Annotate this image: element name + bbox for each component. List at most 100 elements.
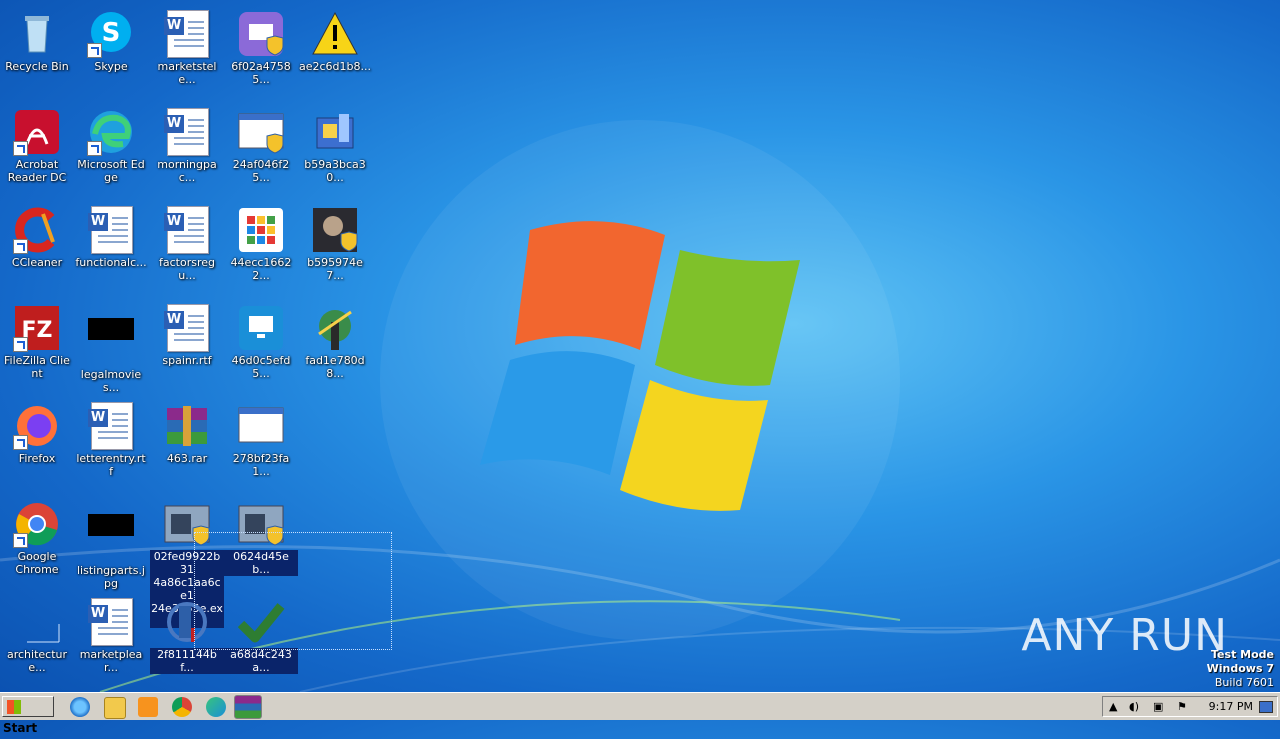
desktop-icon-listingparts[interactable]: listingparts.jpg bbox=[74, 494, 148, 590]
warning-icon bbox=[311, 10, 359, 58]
icon-label: Microsoft Edge bbox=[77, 158, 145, 184]
desktop-icon-marketstele[interactable]: W marketstele... bbox=[150, 4, 224, 100]
word-document-icon: W bbox=[87, 598, 135, 646]
winrar-archive-icon bbox=[163, 402, 211, 450]
icon-label: listingparts.jpg bbox=[76, 564, 145, 590]
application-window-icon bbox=[237, 108, 285, 156]
desktop-icon-filezilla[interactable]: FZ FileZilla Client bbox=[0, 298, 74, 394]
word-document-icon: W bbox=[87, 206, 135, 254]
desktop-icon-b595974e7[interactable]: b595974e7... bbox=[298, 200, 372, 296]
windows-logo bbox=[480, 221, 800, 511]
setup-icon bbox=[311, 304, 359, 352]
desktop-icon-marketplear[interactable]: W marketplear... bbox=[74, 592, 148, 688]
desktop-icon-functionalc[interactable]: W functionalc... bbox=[74, 200, 148, 296]
test-mode-notice: Test Mode Windows 7 Build 7601 bbox=[1207, 648, 1274, 690]
desktop-icon-legalmovies[interactable]: legalmovies... bbox=[74, 298, 148, 394]
desktop[interactable]: Recycle Bin S Skype W marketstele... 6f0… bbox=[0, 0, 1280, 692]
shortcut-arrow-icon bbox=[13, 435, 28, 450]
recycle-bin-icon bbox=[13, 10, 61, 58]
edge-icon bbox=[87, 108, 135, 156]
ie-icon[interactable] bbox=[70, 697, 90, 717]
icon-label: CCleaner bbox=[11, 256, 63, 269]
icon-label: 278bf23fa1... bbox=[232, 452, 290, 478]
skype-icon: S bbox=[87, 10, 135, 58]
clock[interactable]: 9:17 PM bbox=[1209, 700, 1253, 713]
desktop-icon-fad1e780d8[interactable]: fad1e780d8... bbox=[298, 298, 372, 394]
image-thumbnail-icon bbox=[87, 514, 135, 562]
word-document-icon: W bbox=[163, 304, 211, 352]
word-document-icon: W bbox=[87, 402, 135, 450]
desktop-icon-recycle-bin[interactable]: Recycle Bin bbox=[0, 4, 74, 100]
desktop-icon-ae2c6d1b8[interactable]: ae2c6d1b8... bbox=[298, 4, 372, 100]
icon-label: Acrobat Reader DC bbox=[7, 158, 67, 184]
desktop-icon-44ecc16622[interactable]: 44ecc16622... bbox=[224, 200, 298, 296]
icon-label: b59a3bca30... bbox=[304, 158, 366, 184]
desktop-icon-46d0c5efd5[interactable]: 46d0c5efd5... bbox=[224, 298, 298, 394]
desktop-icon-microsoft-edge[interactable]: Microsoft Edge bbox=[74, 102, 148, 198]
tray-expand-icon[interactable]: ▲ bbox=[1109, 700, 1117, 713]
desktop-icon-spainr[interactable]: W spainr.rtf bbox=[150, 298, 224, 394]
icon-label: 46d0c5efd5... bbox=[231, 354, 291, 380]
chrome-icon[interactable] bbox=[172, 697, 192, 717]
system-tray: ▲ ◖) ▣ ⚑ 9:17 PM bbox=[1102, 696, 1278, 717]
edge-icon[interactable] bbox=[206, 697, 226, 717]
shortcut-arrow-icon bbox=[13, 533, 28, 548]
word-document-icon: W bbox=[163, 206, 211, 254]
desktop-icon-24af046f25[interactable]: 24af046f25... bbox=[224, 102, 298, 198]
icon-label: fad1e780d8... bbox=[305, 354, 365, 380]
icon-label: architecture... bbox=[6, 648, 68, 674]
printer-installer-icon bbox=[237, 10, 285, 58]
icon-label: 24af046f25... bbox=[232, 158, 290, 184]
action-center-flag-icon[interactable]: ⚑ bbox=[1177, 700, 1187, 713]
media-player-icon[interactable] bbox=[138, 697, 158, 717]
application-window-icon bbox=[237, 402, 285, 450]
desktop-icon-463-rar[interactable]: 463.rar bbox=[150, 396, 224, 492]
word-document-icon: W bbox=[163, 10, 211, 58]
desktop-icon-b59a3bca30[interactable]: b59a3bca30... bbox=[298, 102, 372, 198]
winrar-icon[interactable] bbox=[234, 695, 262, 719]
desktop-icon-firefox[interactable]: Firefox bbox=[0, 396, 74, 492]
blank-file-icon bbox=[13, 598, 61, 646]
desktop-icon-architecture[interactable]: architecture... bbox=[0, 592, 74, 688]
shortcut-arrow-icon bbox=[87, 43, 102, 58]
network-icon[interactable]: ▣ bbox=[1153, 700, 1163, 713]
explorer-icon[interactable] bbox=[104, 697, 126, 719]
anyrun-watermark: ANY RUN bbox=[1021, 610, 1228, 661]
desktop-icon-factorsregu[interactable]: W factorsregu... bbox=[150, 200, 224, 296]
svg-text:S: S bbox=[102, 18, 121, 48]
shortcut-arrow-icon bbox=[13, 239, 28, 254]
image-thumbnail-icon bbox=[87, 318, 135, 366]
icon-label: FileZilla Client bbox=[4, 354, 70, 380]
icon-label: 463.rar bbox=[166, 452, 208, 465]
shortcut-arrow-icon bbox=[13, 337, 28, 352]
show-desktop-icon[interactable] bbox=[1259, 701, 1273, 713]
desktop-icon-google-chrome[interactable]: Google Chrome bbox=[0, 494, 74, 590]
app-grid-icon bbox=[237, 206, 285, 254]
installer-package-icon bbox=[311, 108, 359, 156]
selection-rectangle bbox=[194, 532, 392, 650]
desktop-icon-skype[interactable]: S Skype bbox=[74, 4, 148, 100]
shortcut-arrow-icon bbox=[13, 141, 28, 156]
windows-version-line: Windows 7 bbox=[1206, 662, 1274, 675]
desktop-icon-letterentry[interactable]: W letterentry.rtf bbox=[74, 396, 148, 492]
icon-label: 44ecc16622... bbox=[230, 256, 292, 282]
icon-label: marketplear... bbox=[79, 648, 143, 674]
desktop-icon-6f02a47585[interactable]: 6f02a47585... bbox=[224, 4, 298, 100]
volume-icon[interactable]: ◖) bbox=[1129, 700, 1139, 713]
icon-label: spainr.rtf bbox=[162, 354, 212, 367]
start-button[interactable]: Start bbox=[2, 696, 54, 735]
desktop-icon-acrobat-reader[interactable]: Acrobat Reader DC bbox=[0, 102, 74, 198]
chrome-icon bbox=[13, 500, 61, 548]
desktop-icon-morningpac[interactable]: W morningpac... bbox=[150, 102, 224, 198]
word-document-icon: W bbox=[163, 108, 211, 156]
icon-label: ae2c6d1b8... bbox=[299, 60, 372, 73]
test-mode-line: Test Mode bbox=[1211, 648, 1274, 661]
icon-label: 2f811144bf... bbox=[150, 648, 224, 674]
icon-label: b595974e7... bbox=[307, 256, 363, 282]
desktop-icon-278bf23fa1[interactable]: 278bf23fa1... bbox=[224, 396, 298, 492]
icon-label: Skype bbox=[94, 60, 128, 73]
filezilla-icon: FZ bbox=[13, 304, 61, 352]
game-portrait-icon bbox=[311, 206, 359, 254]
shortcut-arrow-icon bbox=[87, 141, 102, 156]
desktop-icon-ccleaner[interactable]: CCleaner bbox=[0, 200, 74, 296]
